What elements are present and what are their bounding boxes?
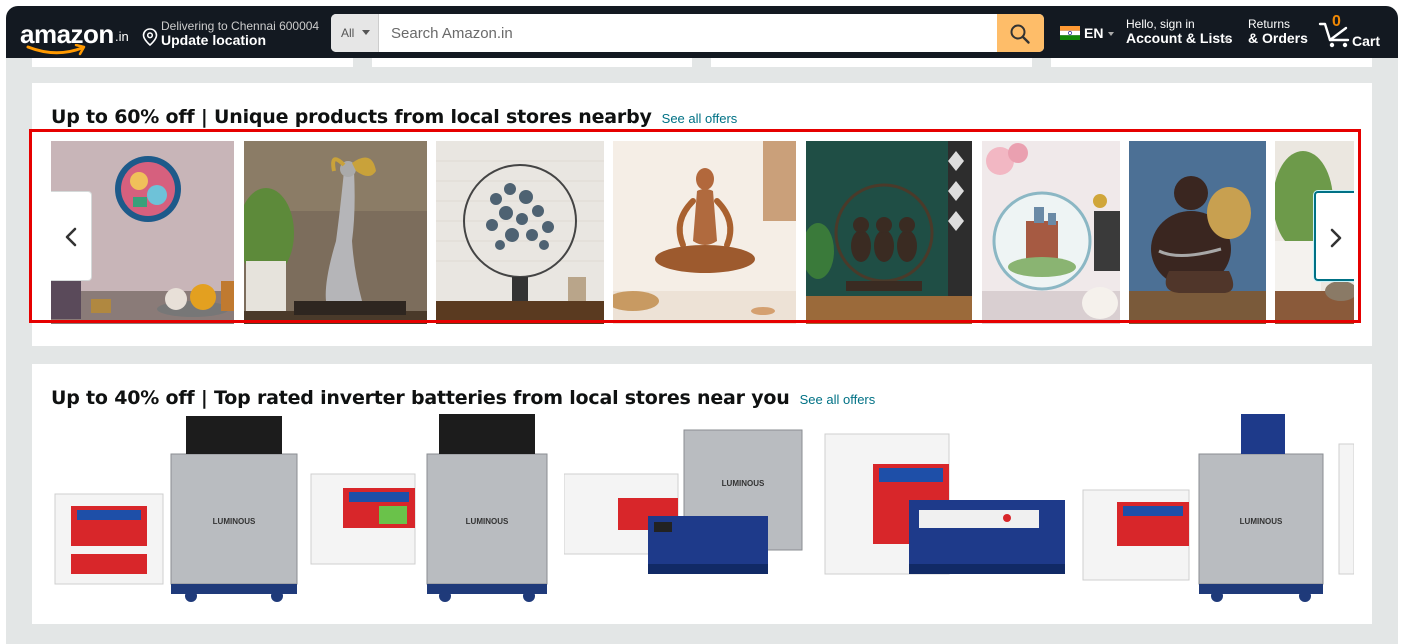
previous-card-edge: [372, 58, 692, 67]
top-navbar: amazon .in Delivering to Chennai 600004 …: [6, 6, 1398, 58]
product-tile-battery-inverter[interactable]: LUMINOUS: [563, 414, 814, 604]
brand-label: LUMINOUS: [722, 479, 765, 488]
update-location-link: Update location: [161, 32, 267, 48]
product-tile-battery-combo[interactable]: LUMINOUS: [51, 414, 301, 604]
product-image: [436, 141, 604, 324]
product-image: LUMINOUS: [54, 416, 298, 602]
product-tile-butterfly-sculpture[interactable]: [436, 141, 604, 324]
product-image: LUMINOUS: [310, 414, 548, 602]
product-tile-battery-partial[interactable]: [1337, 414, 1354, 604]
returns-orders-link[interactable]: Returns & Orders: [1248, 17, 1310, 49]
returns-label: Returns: [1248, 17, 1291, 31]
chevron-right-icon: [1330, 228, 1342, 248]
carousel-prev-button[interactable]: [51, 191, 92, 281]
cart-count: 0: [1332, 13, 1341, 30]
product-tile-dancer-statue[interactable]: [244, 141, 427, 324]
section-title-text: Up to 40% off | Top rated inverter batte…: [51, 387, 790, 409]
previous-card-edge: [711, 58, 1032, 67]
product-tile-battery-combo[interactable]: LUMINOUS: [1081, 414, 1331, 604]
section-title: Up to 40% off | Top rated inverter batte…: [51, 387, 875, 409]
brand-label: LUMINOUS: [1240, 517, 1283, 526]
language-code: EN: [1084, 25, 1104, 41]
product-image: LUMINOUS: [563, 429, 803, 574]
search-bar: All: [331, 14, 1044, 52]
india-flag-icon: [1060, 26, 1080, 40]
product-tile-battery-combo[interactable]: LUMINOUS: [309, 414, 554, 604]
section-title: Up to 60% off | Unique products from loc…: [51, 106, 737, 128]
caret-down-icon: [362, 30, 370, 35]
cart-label: Cart: [1352, 33, 1381, 49]
section-title-text: Up to 60% off | Unique products from loc…: [51, 106, 652, 128]
search-category-dropdown[interactable]: All: [331, 14, 379, 52]
product-image: LUMINOUS: [1082, 414, 1324, 602]
account-lists-label: Account & Lists: [1126, 30, 1233, 46]
browser-page: amazon .in Delivering to Chennai 600004 …: [6, 6, 1398, 644]
product-tile-buddha-statue[interactable]: [1129, 141, 1266, 324]
product-image: [982, 141, 1120, 324]
account-greeting: Hello, sign in: [1126, 17, 1195, 31]
chevron-left-icon: [65, 227, 77, 247]
product-carousel: LUMINOUS LUMINOUS LUMINOUS LUMINOUS: [51, 414, 1354, 604]
search-category-label: All: [341, 26, 355, 40]
smile-arrow-icon: [26, 44, 86, 56]
local-stores-deals-card: Up to 60% off | Unique products from loc…: [29, 83, 1372, 346]
account-lists-menu[interactable]: Hello, sign in Account & Lists: [1126, 17, 1234, 49]
see-all-offers-link[interactable]: See all offers: [662, 111, 738, 126]
cart-button[interactable]: 0 Cart: [1318, 13, 1388, 52]
delivery-location[interactable]: Delivering to Chennai 600004 Update loca…: [142, 16, 322, 50]
product-tile-castle-plate[interactable]: [982, 141, 1120, 324]
caret-down-icon: [1224, 38, 1230, 42]
caret-down-icon: [1108, 32, 1114, 36]
product-image: [824, 433, 1065, 575]
product-image: [1338, 443, 1354, 575]
see-all-offers-link[interactable]: See all offers: [800, 392, 876, 407]
previous-card-edge: [1051, 58, 1372, 67]
search-input[interactable]: [379, 14, 997, 52]
product-tile-monkeys-ring[interactable]: [806, 141, 972, 324]
product-image: [806, 141, 972, 324]
product-image: [613, 141, 796, 324]
brand-label: LUMINOUS: [466, 517, 509, 526]
language-selector[interactable]: EN: [1060, 23, 1120, 43]
orders-label: & Orders: [1248, 30, 1308, 46]
inverter-batteries-deals-card: Up to 40% off | Top rated inverter batte…: [32, 364, 1372, 624]
search-button[interactable]: [997, 14, 1044, 52]
search-icon: [1010, 24, 1030, 44]
logo-tld: .in: [115, 29, 129, 44]
product-carousel: [51, 141, 1354, 324]
carousel-next-button[interactable]: [1314, 191, 1354, 281]
amazon-logo[interactable]: amazon .in: [20, 14, 134, 56]
brand-label: LUMINOUS: [213, 517, 256, 526]
product-tile-yoga-figurine[interactable]: [613, 141, 796, 324]
product-image: [1129, 141, 1266, 324]
previous-card-edge: [32, 58, 353, 67]
product-tile-battery-inverter[interactable]: [823, 414, 1079, 604]
location-pin-icon: [142, 28, 158, 46]
product-image: [244, 141, 427, 324]
delivery-line1: Delivering to Chennai 600004: [161, 19, 320, 33]
